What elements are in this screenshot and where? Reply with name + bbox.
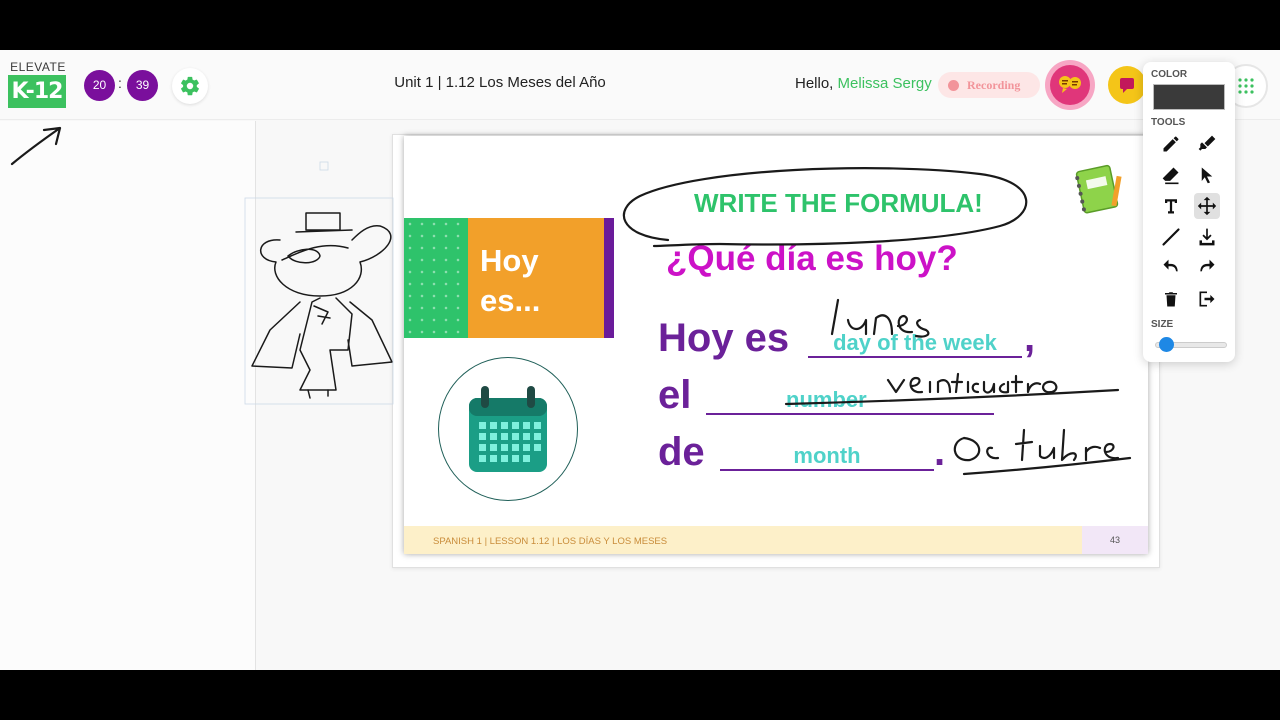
pencil-icon: [1163, 136, 1179, 152]
line-icon: [1162, 228, 1180, 246]
move-tool[interactable]: [1194, 193, 1220, 219]
move-icon: [1197, 196, 1217, 216]
formula-line1-end: ,: [1024, 316, 1036, 360]
undo-tool[interactable]: [1158, 255, 1184, 281]
eraser-tool[interactable]: [1158, 162, 1184, 188]
whiteboard-side-panel[interactable]: [0, 121, 256, 670]
exit-tool[interactable]: [1194, 286, 1220, 312]
hoy-banner: Hoy es...: [468, 218, 604, 338]
notebook-icon: [1075, 164, 1122, 214]
question-text: ¿Qué día es hoy?: [666, 239, 958, 278]
recording-button[interactable]: Recording: [938, 72, 1040, 98]
logo-main-text: K-12: [8, 75, 66, 108]
download-tool[interactable]: [1194, 224, 1220, 250]
text-icon: [1165, 199, 1177, 214]
text-tool[interactable]: [1158, 193, 1184, 219]
size-label: SIZE: [1151, 319, 1174, 330]
timer-minutes: 20: [84, 70, 115, 101]
settings-button[interactable]: [172, 68, 208, 104]
app-window: ELEVATE K-12 20 : 39 Unit 1 | 1.12 Los M…: [0, 50, 1280, 670]
elevate-k12-logo[interactable]: ELEVATE K-12: [8, 60, 68, 108]
letterbox-bottom: [0, 670, 1280, 720]
letterbox-top: [0, 0, 1280, 50]
greeting-label: Hello,: [795, 75, 834, 92]
formula-line1-label: Hoy es: [658, 316, 790, 360]
tools-label: TOOLS: [1151, 117, 1186, 128]
size-slider-handle[interactable]: [1158, 337, 1174, 352]
grid-dots-icon: [1238, 78, 1254, 94]
chat-button[interactable]: [1108, 66, 1146, 104]
undo-icon: [1163, 259, 1178, 272]
character-sketch: [251, 212, 393, 399]
redo-icon: [1200, 259, 1215, 272]
marker-tool[interactable]: [1194, 131, 1220, 157]
gear-icon: [181, 76, 199, 96]
trash-icon: [1165, 292, 1177, 307]
participants-button[interactable]: [1045, 60, 1095, 110]
redo-tool[interactable]: [1194, 255, 1220, 281]
hoy-banner-line1: Hoy: [480, 243, 539, 278]
clear-tool[interactable]: [1158, 286, 1184, 312]
color-label: COLOR: [1151, 69, 1188, 80]
timer-seconds: 39: [127, 70, 158, 101]
slide-page-number: 43: [1082, 526, 1148, 554]
sketch-selection-box: [244, 161, 394, 405]
lesson-slide[interactable]: WRITE THE FORMULA! Hoy es... ¿Qué día es…: [404, 136, 1148, 554]
pencil-tool[interactable]: [1158, 131, 1184, 157]
formula-line3-label: de: [658, 430, 705, 474]
line-tool[interactable]: [1158, 224, 1184, 250]
calendar-badge: [438, 357, 578, 501]
hoy-banner-pattern: [404, 218, 468, 338]
greeting: Hello, Melissa Sergy: [795, 75, 932, 92]
hoy-banner-line2: es...: [480, 283, 541, 318]
formula-line2-blank: number: [786, 387, 867, 412]
hoy-banner-accent: [604, 218, 614, 338]
pointer-tool[interactable]: [1194, 162, 1220, 188]
record-dot-icon: [948, 79, 959, 91]
exit-icon: [1199, 291, 1215, 307]
formula-line1-underline: [808, 356, 1022, 358]
formula-line3-blank: month: [793, 443, 861, 468]
drawing-toolbox: COLOR TOOLS SIZE: [1143, 62, 1235, 362]
user-name[interactable]: Melissa Sergy: [838, 75, 932, 92]
slide-heading: WRITE THE FORMULA!: [694, 188, 983, 218]
timer-separator: :: [118, 75, 122, 91]
formula-line1-blank: day of the week: [833, 330, 997, 355]
people-chat-icon: [1050, 65, 1090, 105]
color-swatch[interactable]: [1153, 84, 1225, 110]
formula-line3-end: .: [934, 430, 946, 474]
pointer-icon: [1201, 167, 1213, 184]
lesson-title: Unit 1 | 1.12 Los Meses del Año: [394, 74, 606, 91]
slide-footer: SPANISH 1 | LESSON 1.12 | LOS DÍAS Y LOS…: [404, 526, 1082, 554]
header-bar: ELEVATE K-12 20 : 39 Unit 1 | 1.12 Los M…: [0, 50, 1280, 120]
eraser-icon: [1162, 167, 1179, 185]
marker-icon: [1198, 135, 1216, 151]
download-icon: [1199, 228, 1215, 246]
formula-line3-underline: [720, 469, 934, 471]
chat-bubble-icon: [1120, 78, 1134, 93]
logo-top-text: ELEVATE: [10, 60, 66, 74]
formula-line2-label: el: [658, 373, 692, 417]
calendar-icon: [469, 386, 547, 472]
formula-line2-underline: [706, 413, 994, 415]
recording-label: Recording: [967, 77, 1021, 92]
